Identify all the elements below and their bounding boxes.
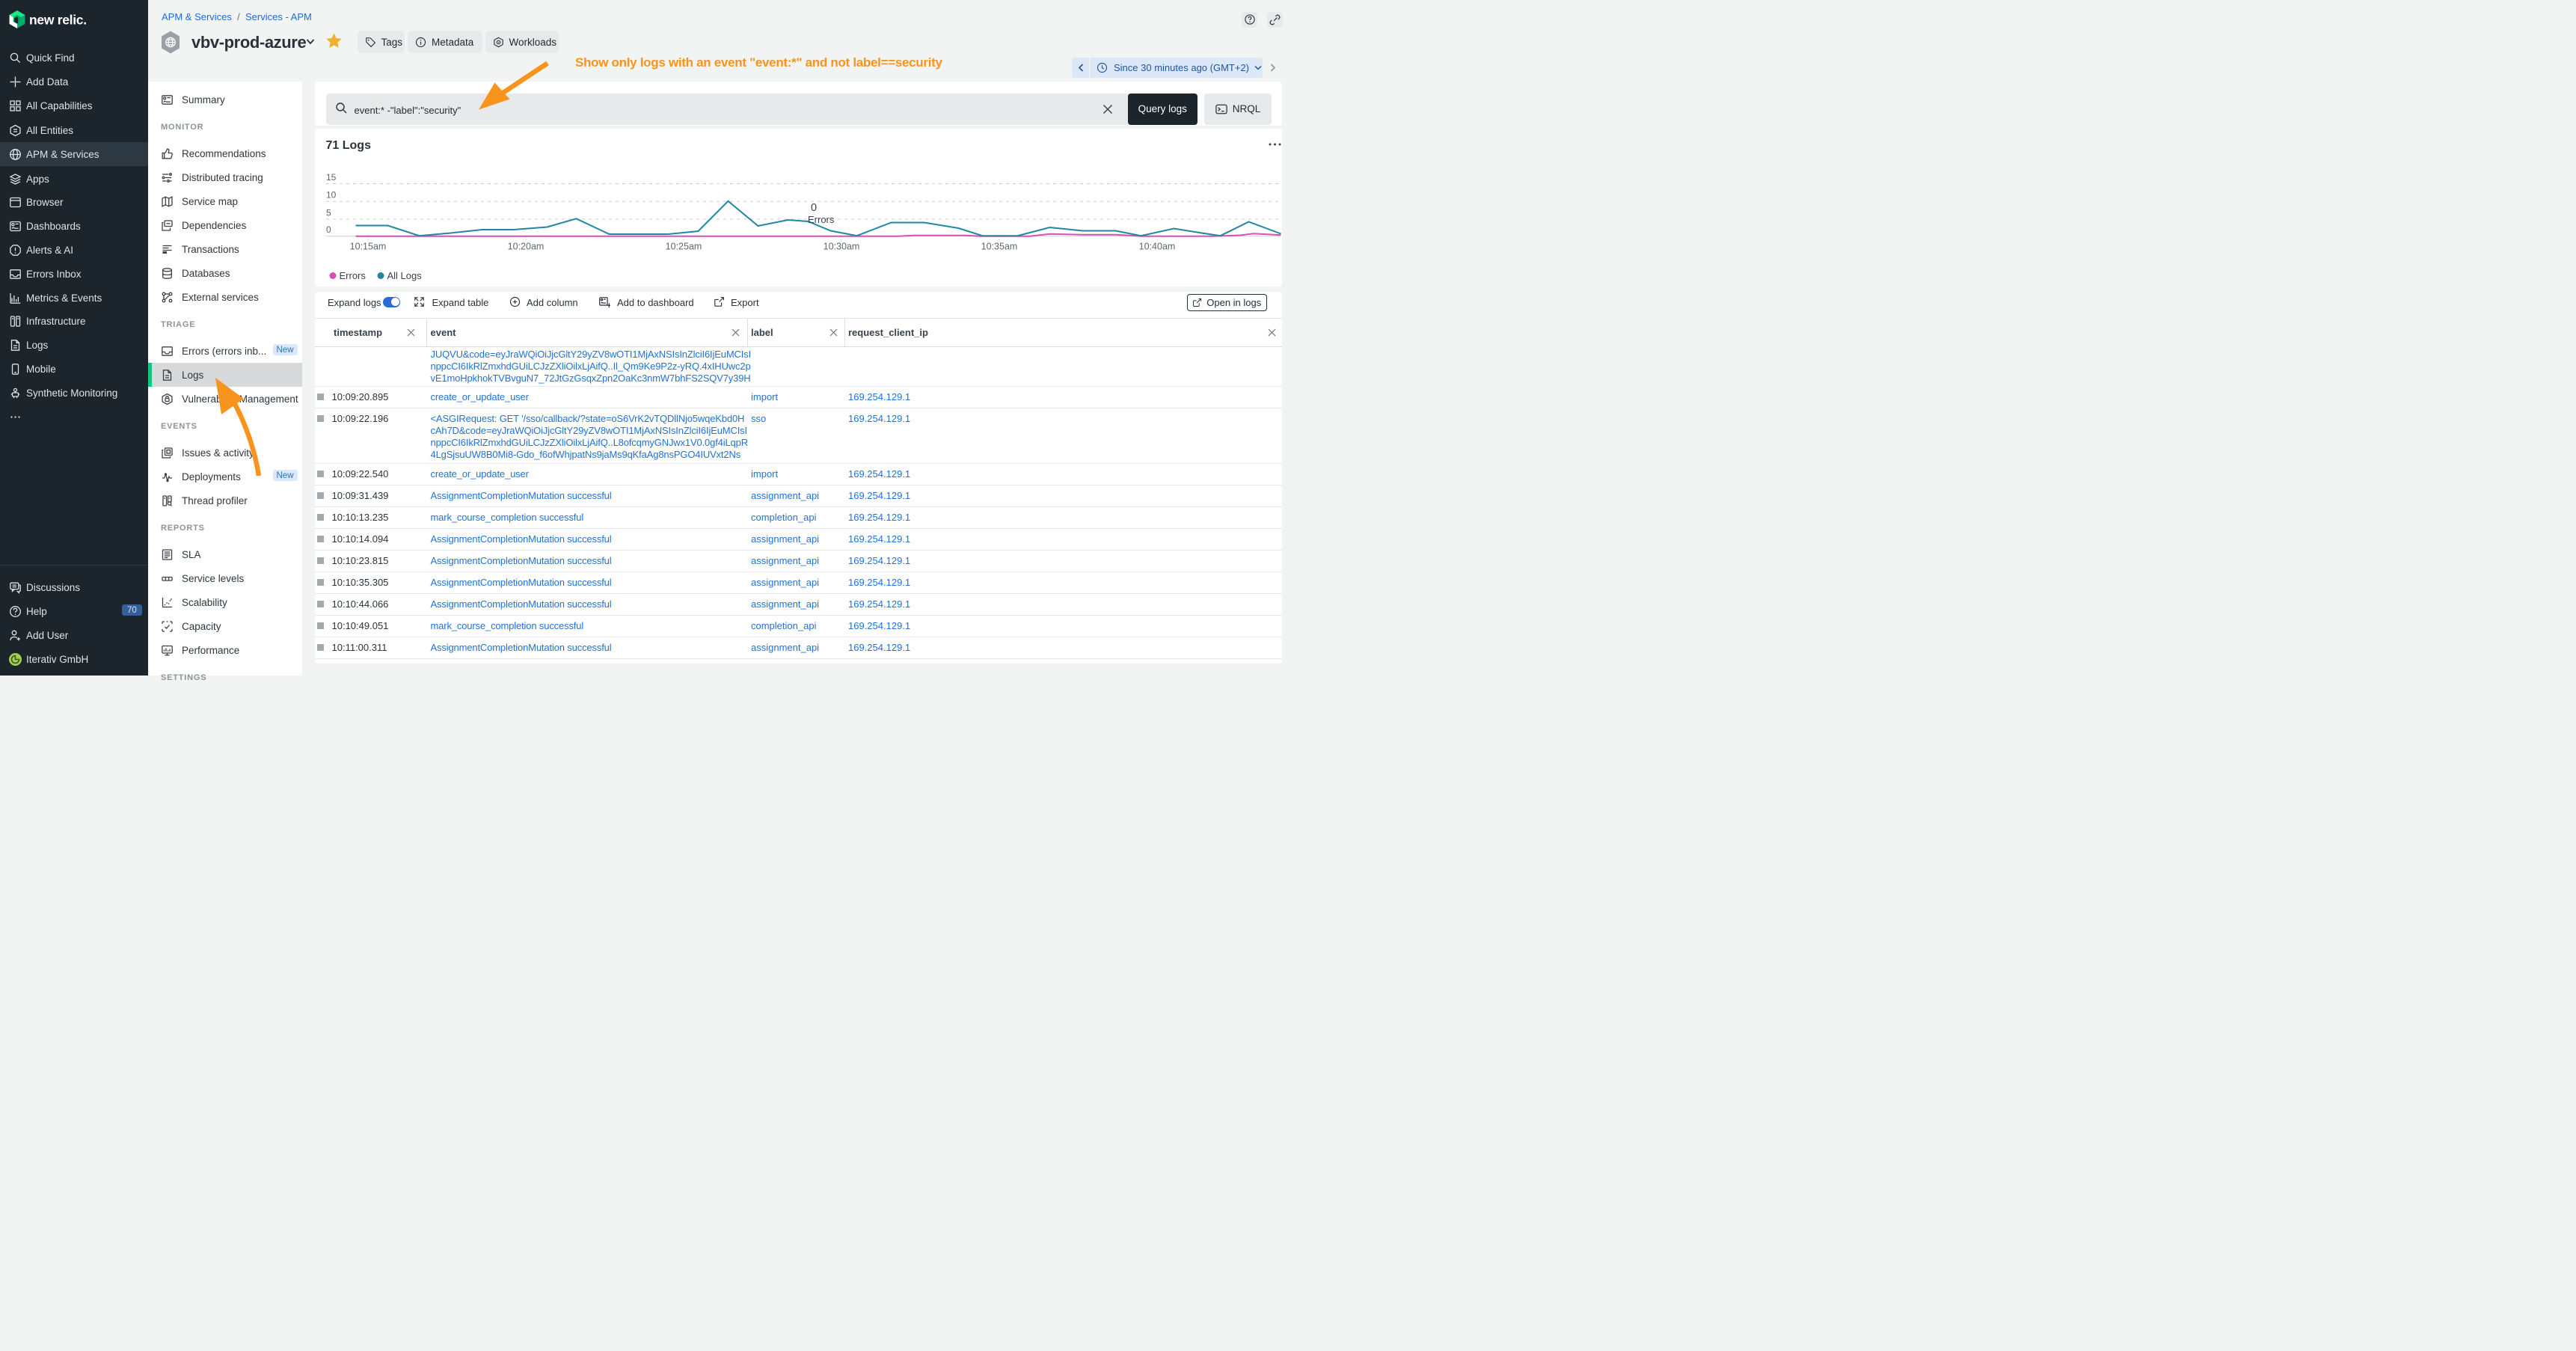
svg-text:0: 0 (326, 224, 331, 235)
svg-text:new relic.: new relic. (29, 13, 87, 28)
svg-text:10:35am: 10:35am (981, 241, 1017, 251)
svg-text:All Logs: All Logs (387, 270, 422, 281)
svg-text:10: 10 (326, 189, 337, 200)
svg-text:10:25am: 10:25am (665, 241, 702, 251)
svg-text:10:15am: 10:15am (349, 241, 386, 251)
svg-text:15: 15 (326, 172, 337, 183)
svg-text:10:20am: 10:20am (507, 241, 544, 251)
svg-text:5: 5 (326, 207, 331, 218)
svg-text:Errors: Errors (339, 270, 366, 281)
svg-text:10:40am: 10:40am (1138, 241, 1175, 251)
svg-text:0: 0 (811, 202, 817, 214)
svg-text:10:30am: 10:30am (823, 241, 859, 251)
svg-text:Errors: Errors (808, 214, 835, 225)
